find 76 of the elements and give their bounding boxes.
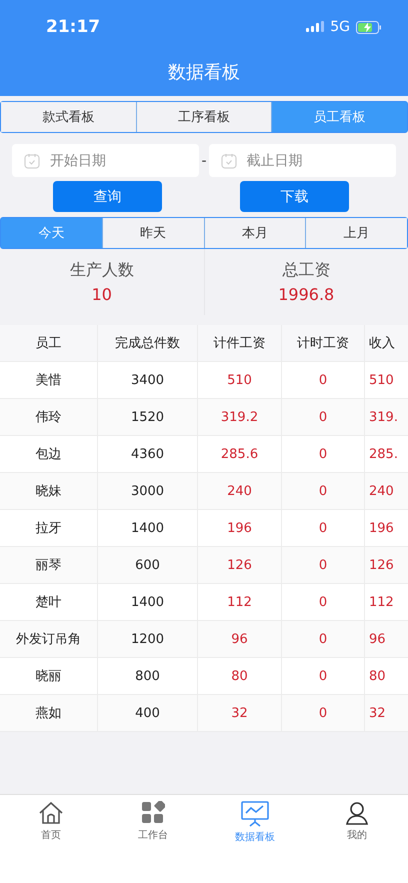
home-icon (38, 801, 64, 825)
apps-icon (141, 801, 165, 825)
table-cell-text: 319. (368, 408, 399, 426)
column-header: 收入 (368, 335, 396, 353)
table-cell: 0 (282, 658, 365, 694)
table-cell: 4360 (98, 436, 198, 472)
table-cell: 0 (282, 436, 365, 472)
table-cell: 285.6 (198, 436, 282, 472)
table-cell: 126 (198, 547, 282, 583)
table-cell: 0 (282, 473, 365, 509)
table-cell: 112 (198, 584, 282, 620)
date-separator: - (201, 152, 207, 168)
column-header: 计时工资 (282, 325, 365, 361)
table-cell: 32 (198, 695, 282, 731)
board-tab[interactable]: 员工看板 (271, 102, 408, 132)
table-cell: 包边 (0, 436, 98, 472)
table-cell: 600 (98, 547, 198, 583)
table-cell: 3000 (98, 473, 198, 509)
table-cell: 96 (198, 621, 282, 657)
table-cell: 晓丽 (0, 658, 98, 694)
start-date-field[interactable]: 开始日期 (12, 144, 200, 177)
period-tab[interactable]: 今天 (1, 218, 102, 248)
table-cell: 196 (198, 510, 282, 546)
battery-charging-icon (356, 20, 382, 34)
table-cell: 80 (198, 658, 282, 694)
table-cell-text: 510 (368, 372, 395, 390)
table-cell: 0 (282, 695, 365, 731)
summary-label: 生产人数 (70, 260, 134, 281)
table-cell: 240 (198, 473, 282, 509)
download-button[interactable]: 下载 (240, 181, 349, 212)
table-cell: 晓妹 (0, 473, 98, 509)
table-cell: 0 (282, 510, 365, 546)
table-cell: 0 (282, 362, 365, 398)
query-button[interactable]: 查询 (53, 181, 162, 212)
table-cell: 800 (98, 658, 198, 694)
user-icon (345, 801, 369, 825)
table-cell-text: 112 (368, 594, 395, 612)
table-cell: 外发订吊角 (0, 621, 98, 657)
table-cell: 燕如 (0, 695, 98, 731)
end-date-field[interactable]: 截止日期 (208, 144, 396, 177)
table-cell: 1200 (98, 621, 198, 657)
table-cell: 0 (282, 621, 365, 657)
table-cell-text: 126 (368, 556, 395, 574)
table-cell: 伟玲 (0, 399, 98, 435)
network-label: 5G (330, 19, 350, 35)
table-cell-text: 196 (368, 520, 395, 538)
table-cell: 1400 (98, 584, 198, 620)
page-title: 数据看板 (167, 61, 241, 84)
column-header: 完成总件数 (98, 325, 198, 361)
table-cell: 0 (282, 399, 365, 435)
table-cell: 丽琴 (0, 547, 98, 583)
table-cell: 美惜 (0, 362, 98, 398)
chart-board-icon (241, 801, 269, 827)
table-cell-text: 32 (368, 704, 387, 722)
table-cell: 1520 (98, 399, 198, 435)
table-cell-text: 96 (368, 630, 387, 648)
table-cell-text: 285. (368, 446, 399, 464)
table-cell: 0 (282, 584, 365, 620)
table-cell-text: 240 (368, 482, 395, 500)
summary-value: 1996.8 (278, 285, 334, 304)
table-cell: 拉牙 (0, 510, 98, 546)
table-cell: 400 (98, 695, 198, 731)
table-cell: 510 (198, 362, 282, 398)
table-cell: 楚叶 (0, 584, 98, 620)
table-cell: 0 (282, 547, 365, 583)
summary-value: 10 (92, 285, 112, 304)
summary-label: 总工资 (282, 260, 330, 281)
column-header: 计件工资 (198, 325, 282, 361)
table-cell-text: 80 (368, 668, 387, 686)
table-cell: 1400 (98, 510, 198, 546)
signal-icon (306, 21, 324, 33)
column-header: 员工 (0, 325, 98, 361)
status-time: 21:17 (46, 17, 100, 37)
table-cell: 319.2 (198, 399, 282, 435)
table-cell: 3400 (98, 362, 198, 398)
period-tab[interactable]: 上月 (305, 218, 407, 248)
